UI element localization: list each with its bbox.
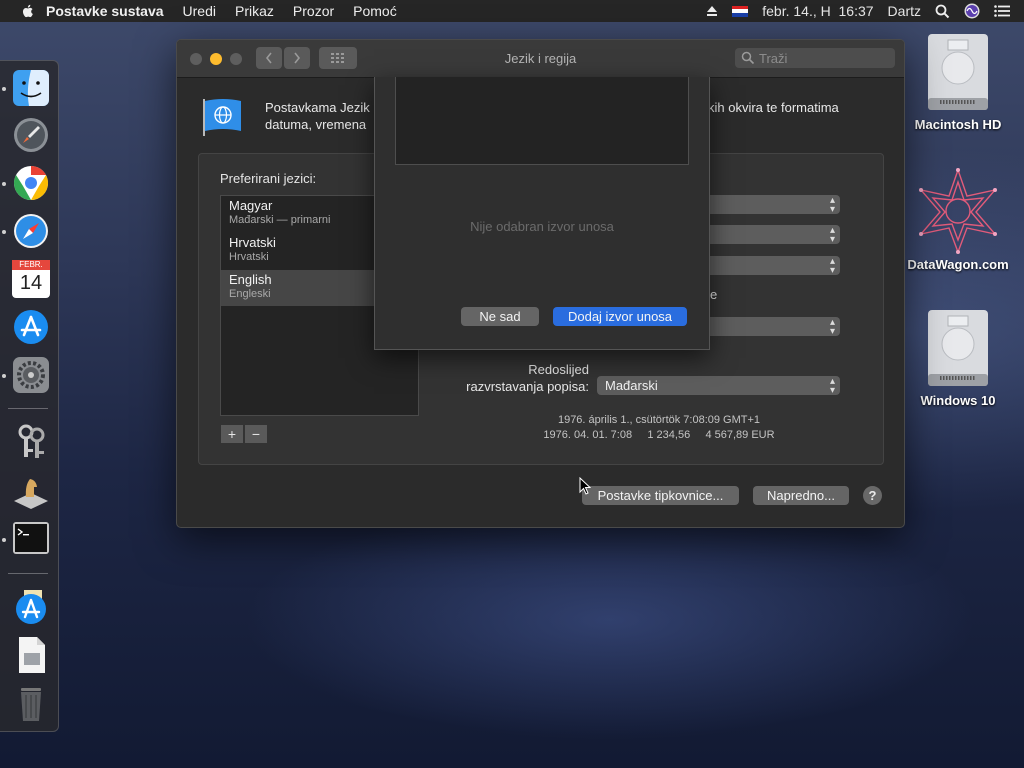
- menu-view[interactable]: Prikaz: [235, 3, 274, 19]
- desktop-icon-label: Windows 10: [920, 393, 996, 408]
- remove-language-button[interactable]: −: [245, 425, 267, 443]
- safari-icon[interactable]: [12, 212, 50, 250]
- advanced-button[interactable]: Napredno...: [753, 486, 849, 505]
- format-sample-date: 1976. április 1., csütörtök 7:08:09 GMT+…: [557, 414, 761, 426]
- sort-order-popup[interactable]: Mađarski ▴ ▾: [597, 376, 840, 396]
- no-input-source-text: Nije odabran izvor unosa: [470, 219, 614, 234]
- menu-user[interactable]: Dartz: [888, 3, 921, 19]
- language-flag-icon: [203, 99, 241, 136]
- app-store-icon[interactable]: [12, 308, 50, 346]
- sort-order-label-line2: razvrstavanja popisa:: [466, 379, 589, 394]
- calendar-popup[interactable]: ▴ ▾: [704, 256, 840, 276]
- keyboard-preferences-button[interactable]: Postavke tipkovnice...: [582, 486, 739, 505]
- input-source-flag-icon[interactable]: [732, 5, 749, 17]
- running-indicator: [2, 87, 6, 91]
- notification-center-icon[interactable]: [994, 5, 1010, 17]
- eject-icon[interactable]: [706, 5, 718, 17]
- help-button[interactable]: ?: [863, 486, 882, 505]
- desktop-icon-macintosh-hd[interactable]: Macintosh HD: [903, 32, 1013, 132]
- search-field[interactable]: Traži: [735, 48, 895, 68]
- add-input-source-button[interactable]: Dodaj izvor unosa: [553, 307, 687, 326]
- add-input-source-sheet: Nije odabran izvor unosa Ne sad Dodaj iz…: [374, 77, 710, 350]
- menu-edit[interactable]: Uredi: [183, 3, 216, 19]
- popup-arrows-icon: ▴ ▾: [829, 225, 836, 245]
- language-region-window: Jezik i regija Traži Postavkama Jezik da…: [176, 39, 905, 528]
- not-now-button[interactable]: Ne sad: [461, 307, 539, 326]
- mouse-cursor-icon: [579, 477, 591, 495]
- running-indicator: [2, 230, 6, 234]
- running-indicator: [2, 182, 6, 186]
- dock-separator: [8, 573, 48, 574]
- running-indicator: [2, 538, 6, 542]
- header-description-line2: datuma, vremena: [265, 117, 367, 132]
- apple-menu-icon[interactable]: [20, 3, 36, 19]
- popup-arrows-icon: ▴ ▾: [829, 195, 836, 215]
- header-description-line1-end: kih okvira te formatima: [708, 100, 839, 115]
- add-language-button[interactable]: +: [221, 425, 243, 443]
- system-preferences-icon[interactable]: [12, 356, 50, 394]
- hard-drive-icon: [928, 310, 988, 386]
- chrome-icon[interactable]: [12, 164, 50, 202]
- temperature-popup[interactable]: ▴ ▾: [704, 317, 840, 337]
- menu-clock[interactable]: febr. 14., H 16:37: [762, 3, 873, 19]
- format-sample-numbers: 1976. 04. 01. 7:08 1 234,56 4 567,89 EUR: [543, 429, 775, 441]
- title-bar[interactable]: Jezik i regija Traži: [177, 40, 904, 78]
- region-popup[interactable]: ▴ ▾: [704, 195, 840, 215]
- dock: FEBR. 14: [0, 60, 59, 732]
- menu-help[interactable]: Pomoć: [353, 3, 397, 19]
- keychain-access-icon[interactable]: [12, 423, 50, 461]
- sort-order-label: Redoslijed razvrstavanja popisa:: [459, 361, 589, 395]
- header-description-line1: Postavkama Jezik: [265, 100, 370, 115]
- calendar-day: 14: [19, 272, 43, 294]
- dock-separator: [8, 408, 48, 409]
- popup-arrows-icon: ▴ ▾: [829, 256, 836, 276]
- spotlight-search-icon[interactable]: [935, 4, 950, 19]
- calendar-icon[interactable]: FEBR. 14: [12, 260, 50, 298]
- temperature-label-partial: e: [710, 287, 718, 302]
- downloads-stack-icon[interactable]: [12, 588, 50, 626]
- desktop-icon-label: DataWagon.com: [907, 257, 1009, 272]
- search-icon: [741, 51, 755, 65]
- input-source-list[interactable]: [395, 77, 689, 165]
- launchpad-icon[interactable]: [12, 116, 50, 154]
- sort-order-label-line1: Redoslijed: [528, 362, 589, 377]
- menu-app-name[interactable]: Postavke sustava: [46, 3, 164, 19]
- desktop-icon-windows-10[interactable]: Windows 10: [903, 308, 1013, 408]
- desktop-icon-datawagon[interactable]: DataWagon.com: [903, 167, 1013, 272]
- popup-arrows-icon: ▴ ▾: [829, 317, 836, 337]
- star-pattern-icon: [919, 167, 997, 254]
- search-placeholder: Traži: [759, 50, 788, 66]
- finder-icon[interactable]: [12, 69, 50, 107]
- menu-bar: Postavke sustava Uredi Prikaz Prozor Pom…: [0, 0, 1024, 22]
- trash-icon[interactable]: [12, 684, 50, 722]
- first-day-popup[interactable]: ▴ ▾: [704, 225, 840, 245]
- terminal-icon[interactable]: [12, 519, 50, 557]
- desktop-icon-label: Macintosh HD: [914, 117, 1002, 132]
- document-stack-icon[interactable]: [12, 636, 50, 674]
- calendar-month: FEBR.: [12, 260, 50, 270]
- hard-drive-icon: [928, 34, 988, 110]
- running-indicator: [2, 374, 6, 378]
- menu-window[interactable]: Prozor: [293, 3, 334, 19]
- siri-icon[interactable]: [964, 3, 980, 19]
- preferred-languages-label: Preferirani jezici:: [220, 171, 317, 186]
- popup-arrows-icon: ▴ ▾: [829, 376, 836, 396]
- chess-icon[interactable]: [12, 471, 50, 509]
- sort-order-value: Mađarski: [605, 378, 658, 393]
